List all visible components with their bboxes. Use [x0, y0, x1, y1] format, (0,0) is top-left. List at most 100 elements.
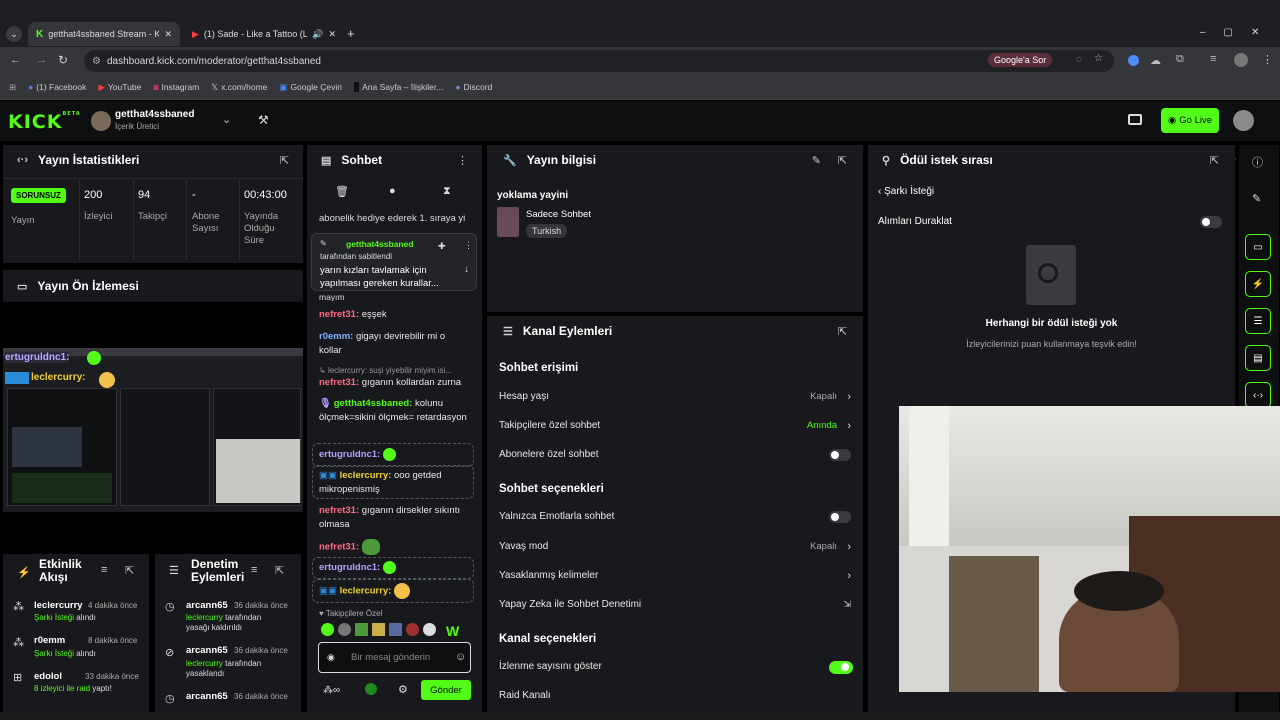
- bookmark-facebook[interactable]: ● (1) Facebook: [28, 82, 86, 92]
- emote-icon[interactable]: [406, 623, 419, 636]
- close-icon[interactable]: ✕: [328, 29, 336, 40]
- apps-grid-icon[interactable]: ⊞: [9, 82, 16, 93]
- screen-icon[interactable]: [1128, 114, 1142, 125]
- more-vert-icon[interactable]: ⋮: [457, 154, 468, 167]
- bookmark-x[interactable]: 𝕏x.com/home: [211, 82, 267, 93]
- setting-slow-mode[interactable]: Yavaş mod Kapalı ›: [499, 541, 851, 553]
- tab-youtube[interactable]: ▶ (1) Sade - Like a Tattoo (Liv 🔊 ✕: [184, 22, 344, 46]
- kick-logo[interactable]: KICKBETA: [8, 111, 81, 133]
- edit-icon[interactable]: ✎: [812, 154, 821, 167]
- info-icon[interactable]: ⓘ: [1252, 154, 1263, 170]
- channel-role: İçerik Üretici: [115, 122, 160, 131]
- chat-panel: ▤ Sohbet ⋮ 🗑 ● ⧗ abonelik hediye ederek 1…: [307, 145, 482, 712]
- close-icon[interactable]: ✕: [164, 29, 172, 40]
- mod-user[interactable]: arcann65: [186, 691, 228, 702]
- emote-icon[interactable]: [372, 623, 385, 636]
- activity-user[interactable]: leclercurry: [34, 600, 83, 611]
- back-icon[interactable]: ←: [10, 54, 21, 66]
- mod-user[interactable]: arcann65: [186, 645, 228, 656]
- hammer-icon[interactable]: ⚒: [258, 113, 269, 127]
- filter-icon[interactable]: ≡: [251, 564, 257, 576]
- arrow-down-icon[interactable]: ↓: [464, 264, 469, 275]
- setting-raid-channel[interactable]: Raid Kanalı: [499, 690, 851, 701]
- emote-icon: [87, 351, 101, 365]
- star-icon[interactable]: ☆: [1094, 53, 1103, 64]
- sidebar-screen-button[interactable]: ▭: [1245, 234, 1271, 260]
- pause-redemptions-toggle[interactable]: [1200, 216, 1222, 228]
- setting-banned-words[interactable]: Yasaklanmış kelimeler ›: [499, 570, 851, 582]
- eye-off-icon[interactable]: ◌: [1076, 54, 1082, 65]
- popout-icon[interactable]: ⇱: [1210, 154, 1219, 167]
- more-vert-icon[interactable]: ⋮: [464, 240, 473, 251]
- setting-followers-only[interactable]: Takipçilere özel sohbet Anında ›: [499, 420, 851, 432]
- window-controls[interactable]: –▢✕: [1200, 27, 1277, 38]
- emote-bar[interactable]: W: [321, 623, 459, 639]
- site-info-icon[interactable]: ⚙: [92, 56, 101, 67]
- emote-icon[interactable]: [389, 623, 402, 636]
- unpin-icon[interactable]: ✚: [438, 241, 446, 252]
- sidebar-stats-button[interactable]: ‹·›: [1245, 382, 1271, 408]
- pencil-icon[interactable]: ✎: [1252, 192, 1261, 205]
- stats-header: ‹·› Yayın İstatistikleri: [17, 153, 140, 167]
- chevron-down-icon[interactable]: ⌄: [222, 113, 231, 126]
- settings-icon[interactable]: ⚙: [398, 683, 408, 696]
- emote-icon[interactable]: [338, 623, 351, 636]
- tab-kick[interactable]: K getthat4ssbaned Stream - Kick ✕: [28, 22, 180, 46]
- google-ask-button[interactable]: Google'a Sor: [988, 53, 1053, 67]
- record-icon[interactable]: ◉: [327, 652, 335, 663]
- puzzle-icon[interactable]: ⧉: [1176, 53, 1184, 66]
- bookmark-discord[interactable]: ● Discord: [455, 82, 492, 92]
- send-button[interactable]: Gönder: [421, 680, 471, 700]
- activity-user[interactable]: edolol: [34, 671, 62, 682]
- bookmark-instagram[interactable]: ◙ Instagram: [153, 82, 199, 92]
- profile-avatar[interactable]: [1234, 53, 1248, 67]
- extension-icon[interactable]: [1128, 55, 1139, 66]
- reload-icon[interactable]: ↻: [58, 53, 68, 67]
- activity-user[interactable]: r0emm: [34, 635, 65, 646]
- emote-icon[interactable]: [423, 623, 436, 636]
- go-live-button[interactable]: ◉ Go Live: [1161, 108, 1219, 133]
- emoji-icon[interactable]: ☺: [455, 651, 466, 663]
- users-icon[interactable]: ⁂∞: [323, 685, 340, 696]
- popout-icon[interactable]: ⇱: [838, 154, 847, 167]
- setting-ai-moderation[interactable]: Yapay Zeka ile Sohbet Denetimi ⇲: [499, 599, 851, 610]
- emote-only-toggle[interactable]: [829, 511, 851, 523]
- popout-icon[interactable]: ⇱: [125, 564, 134, 577]
- sidebar-bolt-button[interactable]: ⚡: [1245, 271, 1271, 297]
- kick-points-icon[interactable]: [365, 683, 377, 695]
- chat-title: Sohbet: [341, 153, 383, 167]
- emote-icon[interactable]: [355, 623, 368, 636]
- show-viewcount-toggle[interactable]: [829, 661, 853, 674]
- back-to-song-request[interactable]: ‹ Şarkı İsteği: [878, 186, 934, 197]
- cloud-icon[interactable]: ☁: [1150, 54, 1161, 67]
- stream-preview[interactable]: ertugruldnc1: leclercurry:: [3, 348, 303, 512]
- filter-icon[interactable]: ≡: [101, 564, 107, 576]
- bookmark-ana-sayfa[interactable]: ■ Ana Sayfa – İlişkiler...: [353, 82, 443, 92]
- more-vert-icon[interactable]: ⋮: [1262, 53, 1273, 66]
- forward-icon[interactable]: →: [36, 54, 47, 66]
- popout-icon[interactable]: ⇱: [275, 564, 284, 577]
- user-avatar[interactable]: [1233, 110, 1254, 131]
- hourglass-icon[interactable]: ⧗: [443, 185, 451, 198]
- popout-icon[interactable]: ⇱: [280, 154, 289, 167]
- sidebar-list-button[interactable]: ☰: [1245, 308, 1271, 334]
- url-field[interactable]: ⚙ dashboard.kick.com/moderator/getthat4s…: [84, 50, 1114, 72]
- tab-search-icon[interactable]: ⌄: [6, 26, 22, 42]
- sidebar-chat-button[interactable]: ▤: [1245, 345, 1271, 371]
- chat-message: nefret31:: [319, 539, 469, 555]
- trash-icon[interactable]: 🗑: [335, 185, 349, 198]
- pinned-message[interactable]: ✎ getthat4ssbaned tarafından sabitlendi …: [311, 233, 477, 291]
- popout-icon[interactable]: ⇱: [838, 325, 847, 338]
- kick-w-emote-icon[interactable]: W: [446, 623, 459, 639]
- emote-icon[interactable]: [321, 623, 334, 636]
- menu-list-icon[interactable]: ≡: [1210, 53, 1216, 65]
- mod-user[interactable]: arcann65: [186, 600, 228, 611]
- message-icon[interactable]: ●: [389, 185, 396, 197]
- bookmark-youtube[interactable]: ▶ YouTube: [98, 82, 141, 93]
- chat-input[interactable]: ◉ Bir mesaj gönderin ☺: [318, 642, 471, 673]
- chat-access-heading: Sohbet erişimi: [499, 362, 579, 374]
- setting-account-age[interactable]: Hesap yaşı Kapalı ›: [499, 391, 851, 403]
- bookmark-translate[interactable]: ▣ Google Çeviri: [279, 82, 342, 93]
- subscribers-only-toggle[interactable]: [829, 449, 851, 461]
- new-tab-icon[interactable]: +: [347, 26, 355, 41]
